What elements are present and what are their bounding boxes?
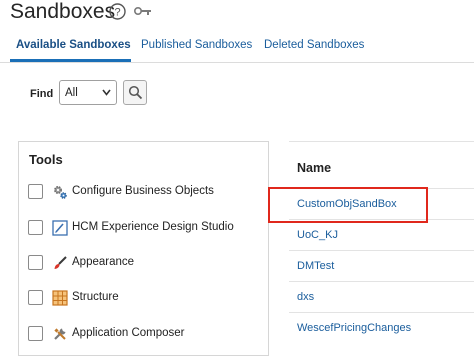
structure-grid-icon xyxy=(52,290,68,306)
sandbox-link[interactable]: DMTest xyxy=(297,260,334,272)
table-row: WescefPricingChanges xyxy=(289,312,474,344)
design-studio-icon xyxy=(52,220,68,236)
chevron-down-icon xyxy=(102,89,111,96)
tool-item-configure-business-objects: Configure Business Objects xyxy=(28,182,264,202)
highlight-box xyxy=(268,187,428,223)
sandbox-tabs: Available Sandboxes Published Sandboxes … xyxy=(0,36,474,63)
find-label: Find xyxy=(30,88,54,100)
tools-panel: Tools Configure Business Objects HCM Exp… xyxy=(18,141,269,356)
sandbox-link[interactable]: WescefPricingChanges xyxy=(297,322,411,334)
checkbox[interactable] xyxy=(28,220,43,235)
checkbox[interactable] xyxy=(28,290,43,305)
key-icon[interactable] xyxy=(134,5,152,17)
gears-icon xyxy=(54,186,67,199)
tool-label: Appearance xyxy=(72,256,135,268)
find-filter-value: All xyxy=(65,87,78,99)
table-row: UoC_KJ xyxy=(289,219,474,251)
page-title: Sandboxes xyxy=(10,0,116,23)
paintbrush-icon xyxy=(54,256,67,269)
active-tab-indicator xyxy=(10,59,131,62)
checkbox[interactable] xyxy=(28,255,43,270)
sandbox-list: Name CustomObjSandBox UoC_KJ DMTest dxs … xyxy=(289,141,474,349)
tool-item-structure: Structure xyxy=(28,288,264,308)
tool-label: Application Composer xyxy=(72,327,185,339)
search-icon xyxy=(128,85,143,100)
tool-label: Structure xyxy=(72,291,119,303)
tool-item-appearance: Appearance xyxy=(28,253,264,273)
tool-label: Configure Business Objects xyxy=(72,185,214,197)
tool-item-application-composer: Application Composer xyxy=(28,324,264,344)
help-icon[interactable]: ? xyxy=(109,3,126,20)
sandbox-link[interactable]: dxs xyxy=(297,291,314,303)
table-row: dxs xyxy=(289,281,474,313)
name-column-header: Name xyxy=(297,161,332,175)
search-button[interactable] xyxy=(123,80,147,105)
tools-icon xyxy=(54,328,66,340)
tab-deleted-sandboxes[interactable]: Deleted Sandboxes xyxy=(264,39,364,51)
tab-published-sandboxes[interactable]: Published Sandboxes xyxy=(141,39,252,51)
tool-label: HCM Experience Design Studio xyxy=(72,221,234,233)
checkbox[interactable] xyxy=(28,326,43,341)
sandbox-link[interactable]: UoC_KJ xyxy=(297,229,338,241)
tools-title: Tools xyxy=(29,152,63,167)
checkbox[interactable] xyxy=(28,184,43,199)
svg-text:?: ? xyxy=(114,7,120,19)
tool-item-hcm-experience-design-studio: HCM Experience Design Studio xyxy=(28,218,264,238)
tab-available-sandboxes[interactable]: Available Sandboxes xyxy=(16,39,131,51)
table-row: DMTest xyxy=(289,250,474,282)
find-filter-select[interactable]: All xyxy=(59,80,117,105)
